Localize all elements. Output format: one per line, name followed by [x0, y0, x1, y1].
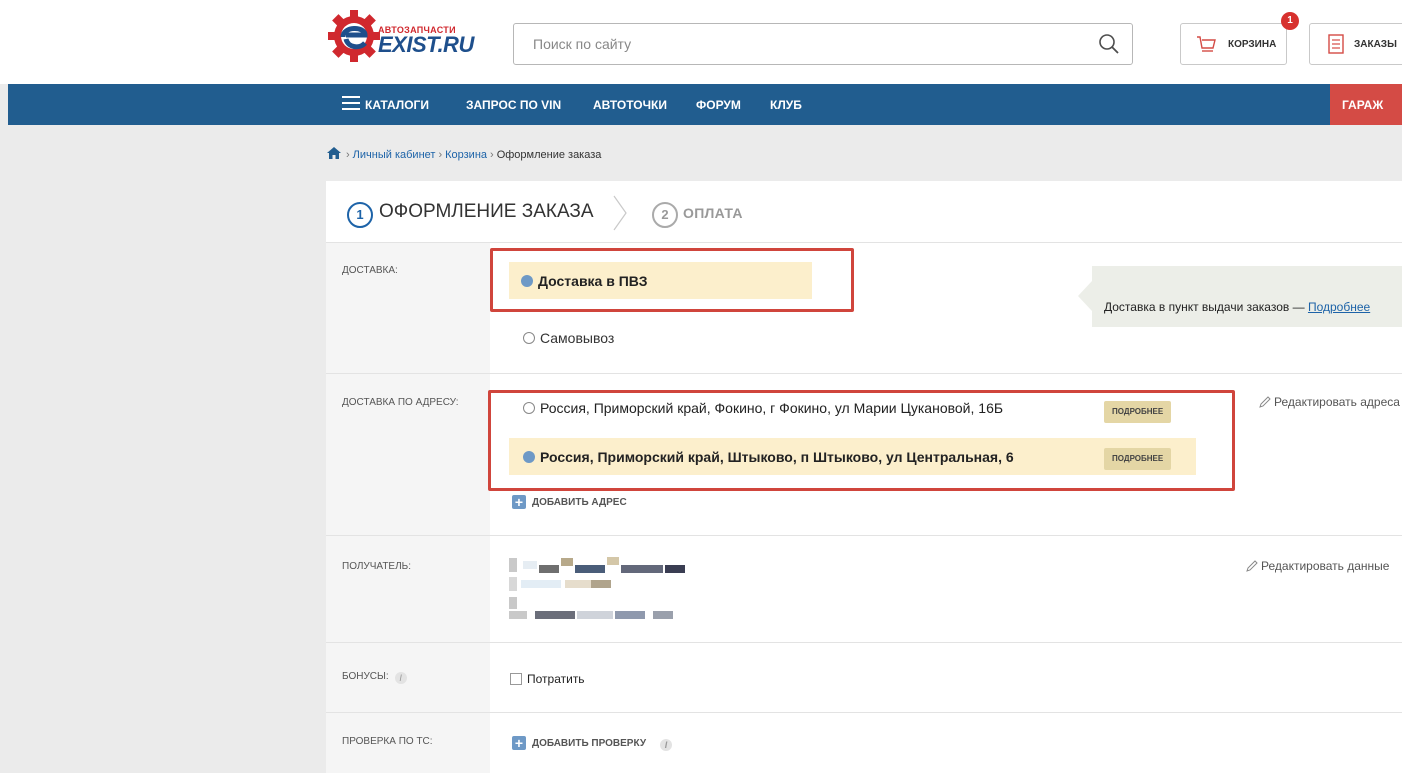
- delivery-section: ДОСТАВКА: Доставка в ПВЗ Самовывоз Доста…: [326, 243, 1402, 374]
- cart-label: КОРЗИНА: [1228, 39, 1277, 50]
- delivery-hint-text: Доставка в пункт выдачи заказов —: [1104, 300, 1305, 314]
- highlight-frame: [488, 390, 1235, 491]
- search-input[interactable]: [514, 24, 1084, 64]
- recipient-label: ПОЛУЧАТЕЛЬ:: [342, 561, 412, 572]
- bonus-section: БОНУСЫ: i Потратить: [326, 643, 1402, 713]
- add-check-label: ДОБАВИТЬ ПРОВЕРКУ: [532, 738, 647, 749]
- edit-addresses-link[interactable]: Редактировать адреса: [1259, 395, 1400, 409]
- delivery-option-pickup-label: Самовывоз: [540, 330, 615, 346]
- bonus-label: БОНУСЫ:: [342, 671, 389, 682]
- recipient-data-redacted: [509, 553, 699, 623]
- edit-addresses-label: Редактировать адреса: [1274, 395, 1400, 409]
- nav-item-catalogs[interactable]: КАТАЛОГИ: [365, 98, 429, 112]
- orders-label: ЗАКАЗЫ: [1354, 39, 1397, 50]
- step-1-number: 1: [347, 202, 373, 228]
- home-icon[interactable]: [327, 147, 341, 159]
- delivery-hint: Доставка в пункт выдачи заказов — Подроб…: [1078, 266, 1402, 327]
- checkout-steps: 1 ОФОРМЛЕНИЕ ЗАКАЗА 2 ОПЛАТА: [326, 181, 1402, 243]
- checkbox-icon: [510, 673, 522, 685]
- cart-icon: [1197, 36, 1216, 52]
- edit-recipient-label: Редактировать данные: [1261, 559, 1390, 573]
- address-label: ДОСТАВКА ПО АДРЕСУ:: [342, 397, 459, 408]
- plus-icon: +: [512, 495, 526, 509]
- breadcrumb-personal-cabinet[interactable]: Личный кабинет: [353, 149, 436, 161]
- nav-item-vin-request[interactable]: ЗАПРОС ПО VIN: [466, 98, 561, 112]
- vehicle-check-label: ПРОВЕРКА ПО ТС:: [342, 736, 433, 747]
- garage-button[interactable]: ГАРАЖ ⌄: [1330, 84, 1402, 125]
- edit-recipient-link[interactable]: Редактировать данные: [1246, 559, 1389, 573]
- info-icon[interactable]: i: [394, 672, 407, 684]
- orders-button[interactable]: ЗАКАЗЫ: [1309, 23, 1402, 65]
- radio-empty-icon: [523, 332, 535, 344]
- nav-item-forum[interactable]: ФОРУМ: [696, 98, 741, 112]
- gear-logo-icon: [328, 10, 380, 62]
- pencil-icon: [1246, 560, 1258, 572]
- highlight-frame: [490, 248, 854, 312]
- search-box: [513, 23, 1133, 65]
- cart-count-badge: 1: [1281, 12, 1299, 30]
- step-separator-icon: [613, 195, 627, 231]
- breadcrumb-current: Оформление заказа: [496, 149, 602, 161]
- recipient-section: ПОЛУЧАТЕЛЬ: Редактировать данные: [326, 536, 1402, 643]
- pencil-icon: [1259, 396, 1271, 408]
- delivery-option-pickup[interactable]: Самовывоз: [523, 330, 614, 346]
- breadcrumb: › Личный кабинет › Корзина › Оформление заказ…: [327, 147, 601, 161]
- delivery-label: ДОСТАВКА:: [342, 265, 398, 276]
- spend-bonus-label: Потратить: [527, 672, 585, 686]
- site-header: АВТОЗАПЧАСТИ EXIST.RU КОРЗИНА 1 ЗАКАЗЫ: [0, 0, 1402, 84]
- spend-bonus-checkbox[interactable]: Потратить: [510, 672, 585, 686]
- logo-brand: EXIST.RU: [378, 32, 474, 57]
- breadcrumb-cart[interactable]: Корзина: [445, 149, 487, 161]
- plus-icon: +: [512, 736, 526, 750]
- site-logo[interactable]: АВТОЗАПЧАСТИ EXIST.RU: [326, 8, 476, 70]
- step-2-label: ОПЛАТА: [683, 205, 743, 221]
- add-address-button[interactable]: + ДОБАВИТЬ АДРЕС: [512, 495, 627, 509]
- hamburger-menu-icon[interactable]: [342, 96, 360, 110]
- info-icon[interactable]: i: [660, 739, 673, 751]
- breadcrumb-separator: ›: [346, 149, 350, 161]
- breadcrumb-separator: ›: [438, 149, 443, 161]
- orders-list-icon: [1328, 34, 1344, 54]
- step-2-number: 2: [652, 202, 678, 228]
- search-icon[interactable]: [1098, 33, 1120, 55]
- nav-item-club[interactable]: КЛУБ: [770, 98, 802, 112]
- main-nav: КАТАЛОГИ ЗАПРОС ПО VIN АВТОТОЧКИ ФОРУМ К…: [8, 84, 1402, 125]
- checkout-panel: 1 ОФОРМЛЕНИЕ ЗАКАЗА 2 ОПЛАТА ДОСТАВКА: Д…: [326, 181, 1402, 773]
- breadcrumb-separator: ›: [490, 149, 494, 161]
- garage-label: ГАРАЖ: [1342, 98, 1384, 112]
- delivery-hint-more-link[interactable]: Подробнее: [1308, 300, 1370, 314]
- add-check-button[interactable]: + ДОБАВИТЬ ПРОВЕРКУ i: [512, 736, 673, 751]
- nav-item-autopoints[interactable]: АВТОТОЧКИ: [593, 98, 667, 112]
- step-1-label: ОФОРМЛЕНИЕ ЗАКАЗА: [379, 201, 594, 222]
- add-address-label: ДОБАВИТЬ АДРЕС: [532, 497, 627, 508]
- address-section: ДОСТАВКА ПО АДРЕСУ: Россия, Приморский к…: [326, 374, 1402, 536]
- cart-button[interactable]: КОРЗИНА: [1180, 23, 1287, 65]
- vehicle-check-section: ПРОВЕРКА ПО ТС: + ДОБАВИТЬ ПРОВЕРКУ i: [326, 713, 1402, 773]
